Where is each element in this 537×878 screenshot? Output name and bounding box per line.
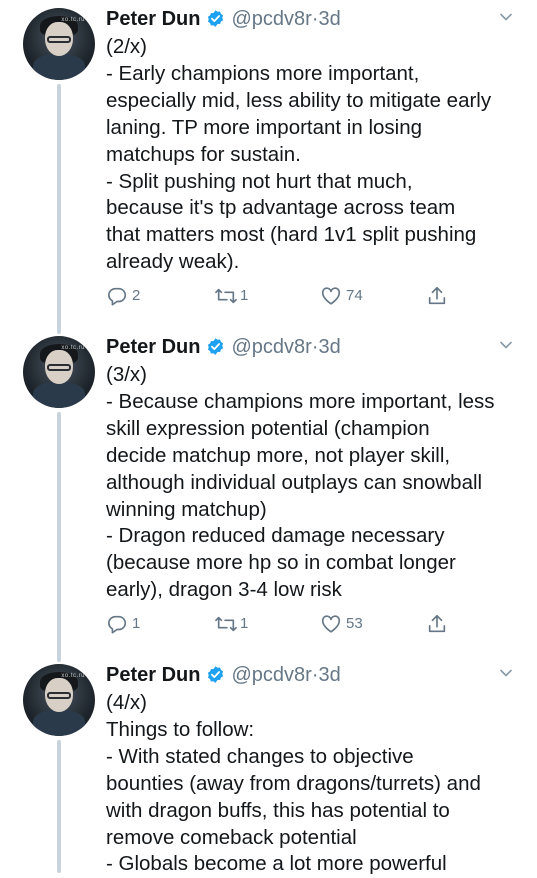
tweet-line: - Dragon reduced damage necessary [106,524,445,548]
tweet-header: Peter Dun @pcdv8r·3d [106,6,341,32]
tweet-time[interactable]: 3d [318,664,340,686]
avatar-tag: xo.tc.ru [61,673,85,679]
avatar-body [33,382,85,408]
chevron-down-icon[interactable] [499,338,513,352]
chevron-down-icon[interactable] [499,666,513,680]
tweet-time[interactable]: 3d [318,8,340,30]
tweet-line: - Globals become a lot more powerful [106,852,447,876]
tweet-header: Peter Dun @pcdv8r·3d [106,334,341,360]
tweet-line: already weak). [106,250,240,274]
avatar[interactable]: xo.tc.ru [23,8,95,80]
tweet-line: remove comeback potential [106,825,357,849]
tweet-line: (because more hp so in combat longer [106,551,456,575]
avatar-tag: xo.tc.ru [61,345,85,351]
tweet-line: with dragon buffs, this has potential to [106,798,450,822]
author-handle[interactable]: @pcdv8r [231,336,311,358]
avatar-glasses [47,36,71,43]
avatar-body [33,710,85,736]
tweet-line: laning. TP more important in losing [106,115,423,139]
avatar[interactable]: xo.tc.ru [23,336,95,408]
author-name[interactable]: Peter Dun [106,8,200,30]
tweet-line: - Split pushing not hurt that much, [106,169,413,193]
tweet-text: (4/x) Things to follow: - With stated ch… [106,690,524,878]
retweet-icon [215,616,237,632]
share-icon [428,614,446,633]
like-count: 53 [346,615,363,632]
avatar-body [33,54,85,80]
like-icon [321,287,341,305]
avatar-tag: xo.tc.ru [61,17,85,23]
tweet-3-of-x[interactable]: xo.tc.ru Peter Dun @pcdv8r·3d (3/x) - Bec… [0,332,537,652]
tweet-header: Peter Dun @pcdv8r·3d [106,662,341,688]
tweet-line: bounties (away from dragons/turrets) and [106,771,481,795]
tweet-text: (3/x) - Because champions more important… [106,362,524,604]
avatar-glasses [47,364,71,371]
like-icon [321,615,341,633]
tweet-line: matchups for sustain. [106,142,301,166]
tweet-line: - Because champions more important, less [106,389,495,413]
share-icon [428,286,446,305]
tweet-text: (2/x) - Early champions more important, … [106,34,524,276]
tweet-line: because it's tp advantage across team [106,196,456,220]
verified-badge-icon [208,10,224,27]
author-name[interactable]: Peter Dun [106,664,200,686]
author-name[interactable]: Peter Dun [106,336,200,358]
author-handle[interactable]: @pcdv8r [231,664,311,686]
retweet-icon [215,288,237,304]
tweet-actions: 1 1 53 [106,613,466,635]
tweet-line: (4/x) [106,691,147,714]
tweet-4-of-x[interactable]: xo.tc.ru Peter Dun @pcdv8r·3d (4/x) Thing… [0,660,537,875]
reply-count: 1 [132,615,141,632]
reply-icon [107,615,127,634]
avatar[interactable]: xo.tc.ru [23,664,95,736]
verified-badge-icon [208,666,224,683]
verified-badge-icon [208,338,224,355]
chevron-down-icon[interactable] [499,10,513,24]
tweet-actions: 2 1 74 [106,285,466,307]
tweet-line: that matters most (hard 1v1 split pushin… [106,223,477,247]
tweet-line: although individual outplays can snowbal… [106,470,483,494]
tweet-line: early), dragon 3-4 low risk [106,578,342,602]
tweet-line: winning matchup) [106,497,267,521]
reply-count: 2 [132,287,141,304]
like-count: 74 [346,287,363,304]
tweet-line: skill expression potential (champion [106,416,430,440]
tweet-line: Things to follow: [106,717,255,741]
avatar-glasses [47,692,71,699]
tweet-time[interactable]: 3d [318,336,340,358]
reply-icon [107,287,127,306]
retweet-count: 1 [240,287,249,304]
tweet-line: decide matchup more, not player skill, [106,443,451,467]
author-handle[interactable]: @pcdv8r [231,8,311,30]
tweet-line: - With stated changes to objective [106,744,414,768]
tweet-line: especially mid, less ability to mitigate… [106,88,492,112]
tweet-2-of-x[interactable]: xo.tc.ru Peter Dun @pcdv8r·3d (2/x) - Ear… [0,4,537,324]
tweet-line: - Early champions more important, [106,61,420,85]
tweet-line: (3/x) [106,363,147,386]
tweet-line: (2/x) [106,35,147,58]
retweet-count: 1 [240,615,249,632]
